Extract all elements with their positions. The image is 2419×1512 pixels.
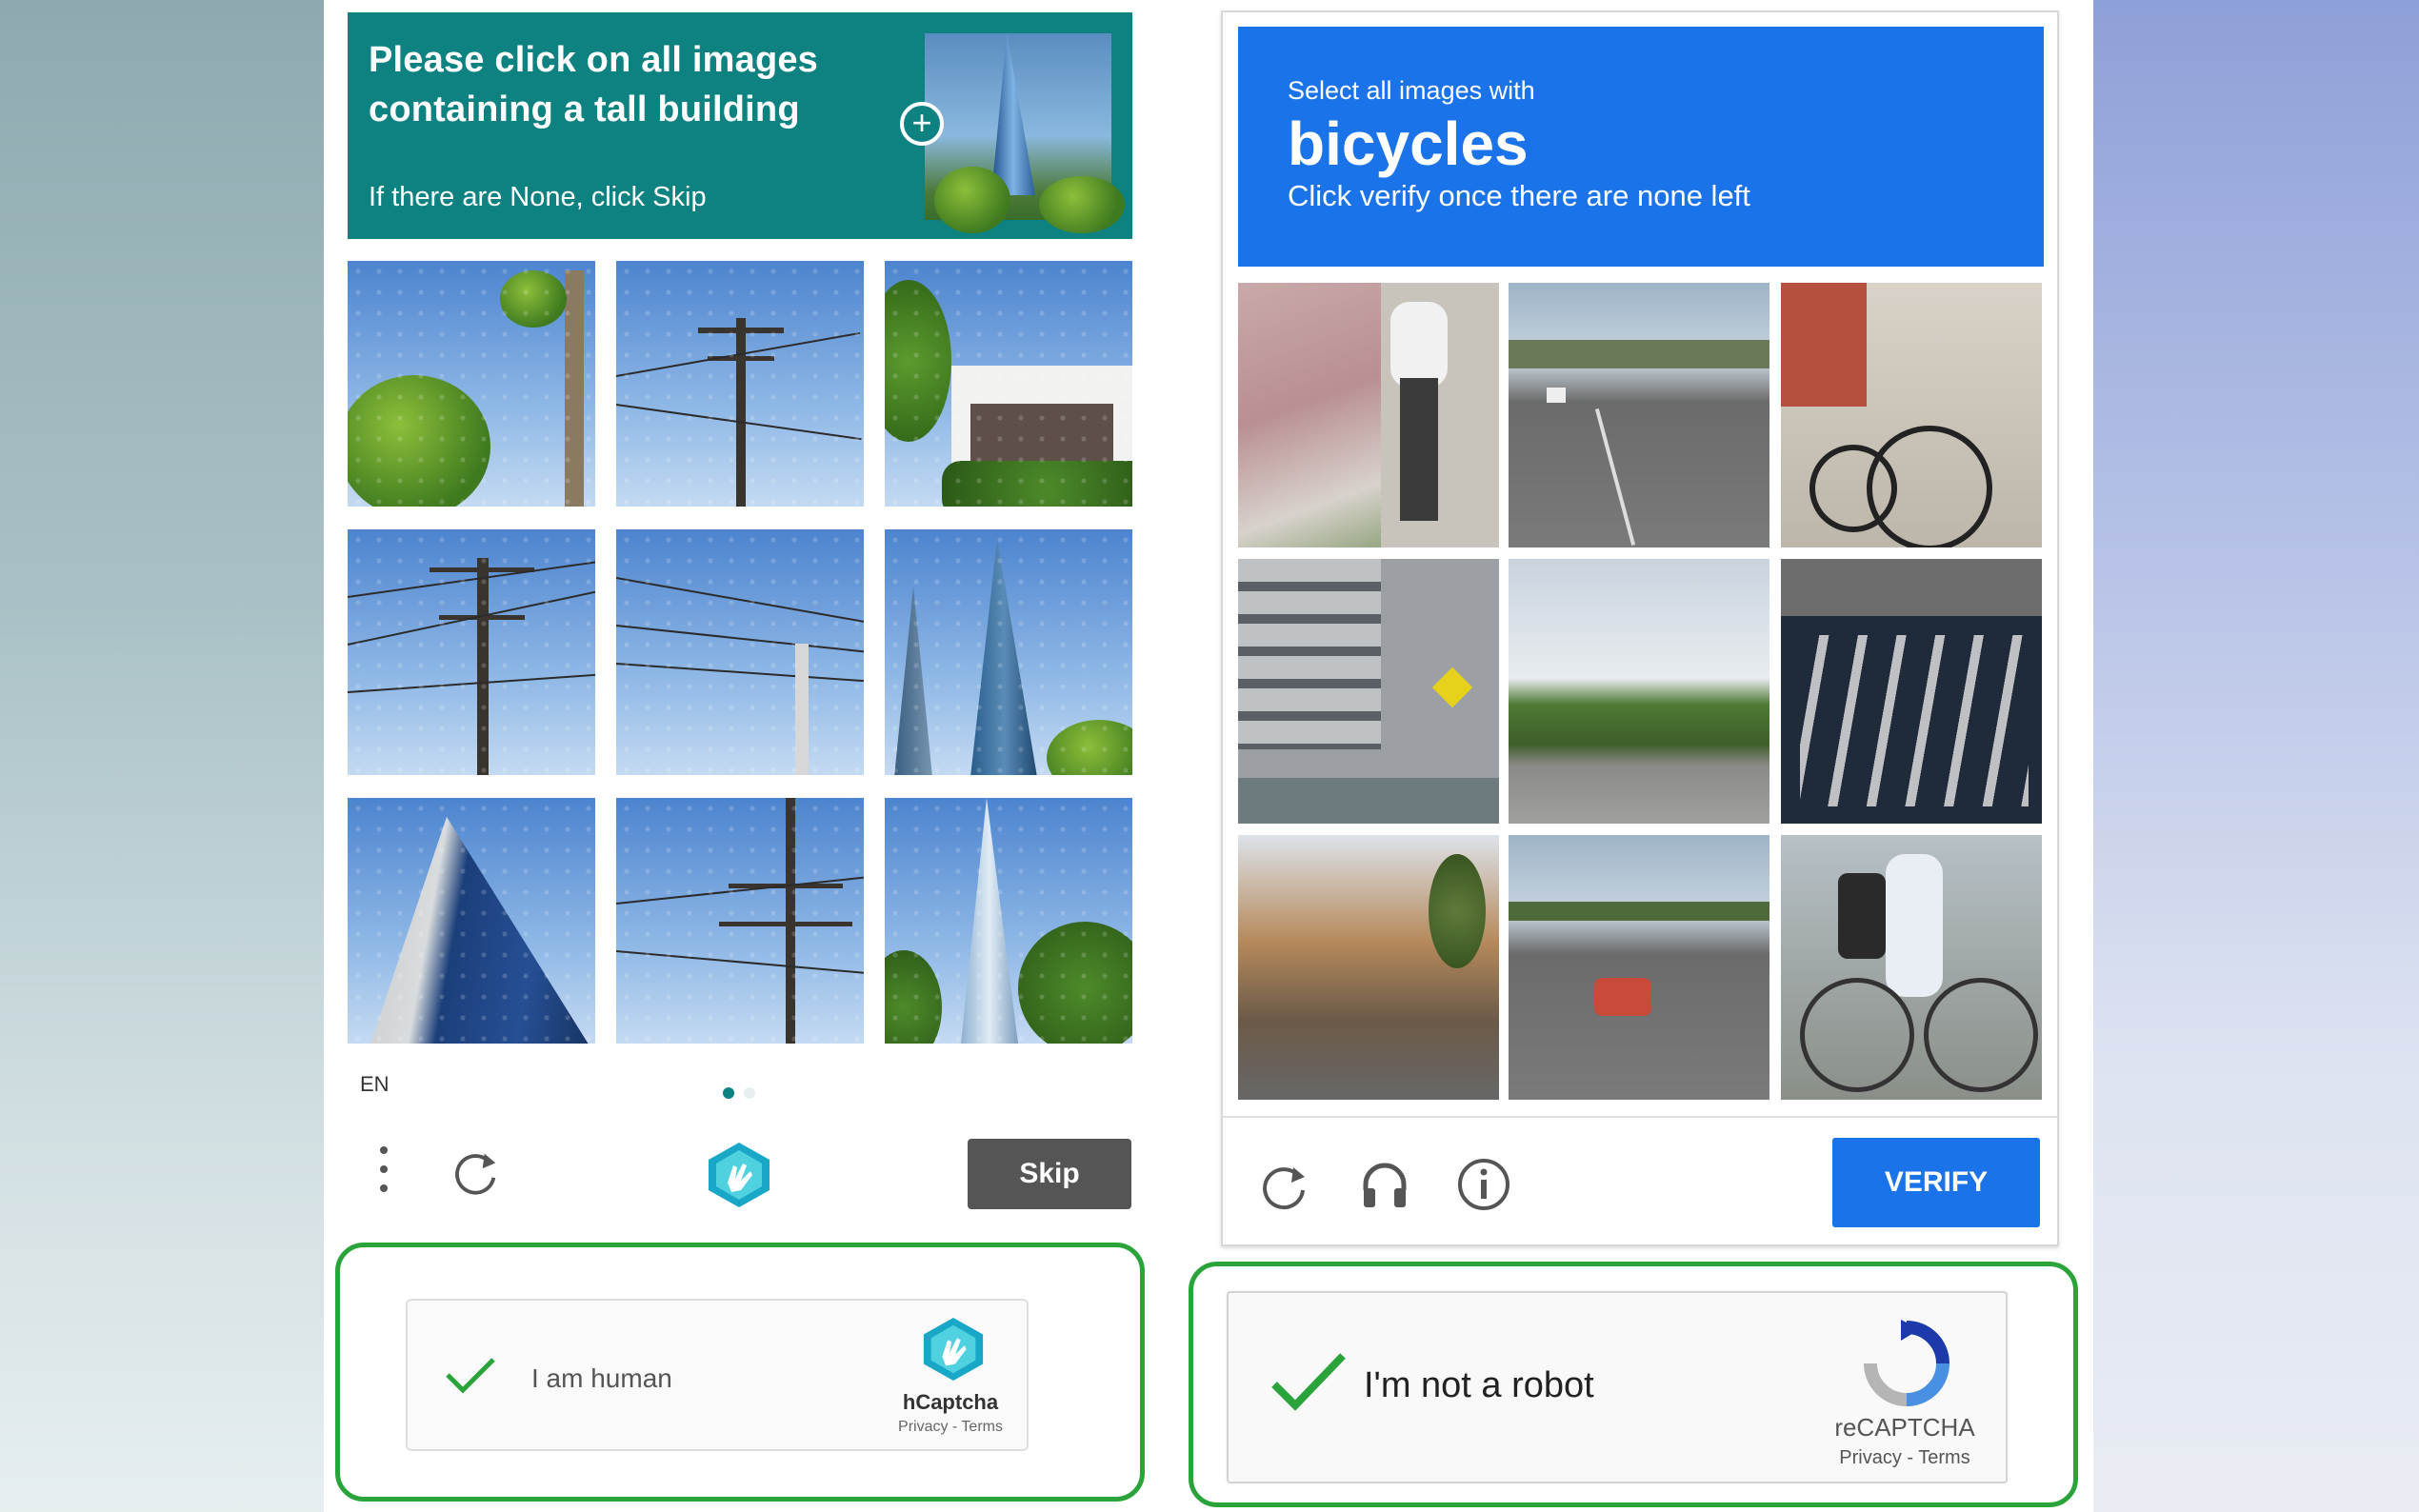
recaptcha-tile-1[interactable] bbox=[1238, 283, 1499, 547]
hcaptcha-tile-5[interactable] bbox=[616, 529, 864, 775]
hcaptcha-tile-7[interactable] bbox=[348, 798, 595, 1044]
hcaptcha-example-image[interactable] bbox=[925, 33, 1125, 233]
recaptcha-tile-8[interactable] bbox=[1509, 835, 1769, 1100]
hcaptcha-widget-logo-icon bbox=[923, 1317, 984, 1382]
reload-icon[interactable] bbox=[1255, 1156, 1312, 1213]
recaptcha-brand: reCAPTCHA bbox=[1834, 1413, 1975, 1442]
recaptcha-prompt-object: bicycles bbox=[1288, 109, 1529, 178]
hcaptcha-prompt-text: Please click on all images containing a … bbox=[369, 40, 819, 129]
recaptcha-tile-5[interactable] bbox=[1509, 559, 1769, 824]
recaptcha-privacy-terms[interactable]: Privacy - Terms bbox=[1809, 1447, 2000, 1469]
hcaptcha-logo-icon bbox=[709, 1143, 770, 1207]
page-indicator-dot bbox=[744, 1087, 755, 1099]
recaptcha-checkbox-widget: I'm not a robot reCAPTCHA Privacy - Term… bbox=[1227, 1291, 2008, 1483]
background-left bbox=[0, 0, 324, 1512]
hcaptcha-tile-2[interactable] bbox=[616, 261, 864, 507]
background-right bbox=[2093, 0, 2419, 1512]
plus-icon[interactable]: + bbox=[900, 102, 944, 146]
recaptcha-footer-divider bbox=[1223, 1116, 2057, 1118]
hcaptcha-tile-3[interactable] bbox=[885, 261, 1132, 507]
checkmark-icon[interactable] bbox=[444, 1356, 497, 1394]
hcaptcha-checkbox-widget: I am human hCaptcha Privacy - Terms bbox=[406, 1299, 1029, 1451]
info-icon[interactable] bbox=[1455, 1156, 1512, 1213]
hcaptcha-brand: hCaptcha bbox=[902, 1390, 999, 1414]
recaptcha-logo-icon bbox=[1864, 1320, 1949, 1406]
i-am-human-label: I am human bbox=[531, 1363, 672, 1393]
hcaptcha-privacy-terms[interactable]: Privacy - Terms bbox=[855, 1419, 1046, 1436]
recaptcha-prompt-pre: Select all images with bbox=[1288, 76, 1535, 105]
skip-button[interactable]: Skip bbox=[968, 1139, 1131, 1209]
more-options-icon[interactable] bbox=[374, 1146, 393, 1200]
hcaptcha-prompt-subtext: If there are None, click Skip bbox=[369, 182, 707, 212]
hcaptcha-prompt-header: Please click on all images containing a … bbox=[348, 12, 1132, 239]
language-selector[interactable]: EN bbox=[360, 1072, 390, 1097]
recaptcha-tile-3[interactable] bbox=[1781, 283, 2042, 547]
recaptcha-tile-6[interactable] bbox=[1781, 559, 2042, 824]
recaptcha-prompt-post: Click verify once there are none left bbox=[1288, 179, 1750, 212]
recaptcha-tile-4[interactable] bbox=[1238, 559, 1499, 824]
page-indicator-dot-active bbox=[723, 1087, 734, 1099]
recaptcha-tile-7[interactable] bbox=[1238, 835, 1499, 1100]
hcaptcha-tile-6[interactable] bbox=[885, 529, 1132, 775]
recaptcha-prompt-header: Select all images with bicycles Click ve… bbox=[1238, 27, 2044, 267]
refresh-icon[interactable] bbox=[448, 1144, 503, 1200]
hcaptcha-tile-1[interactable] bbox=[348, 261, 595, 507]
hcaptcha-tile-9[interactable] bbox=[885, 798, 1132, 1044]
checkmark-icon[interactable] bbox=[1270, 1352, 1347, 1411]
hcaptcha-tile-8[interactable] bbox=[616, 798, 864, 1044]
recaptcha-tile-9[interactable] bbox=[1781, 835, 2042, 1100]
not-a-robot-label: I'm not a robot bbox=[1364, 1365, 1594, 1405]
recaptcha-tile-2[interactable] bbox=[1509, 283, 1769, 547]
headphones-icon[interactable] bbox=[1356, 1156, 1413, 1213]
hcaptcha-tile-4[interactable] bbox=[348, 529, 595, 775]
verify-button[interactable]: VERIFY bbox=[1832, 1138, 2040, 1227]
